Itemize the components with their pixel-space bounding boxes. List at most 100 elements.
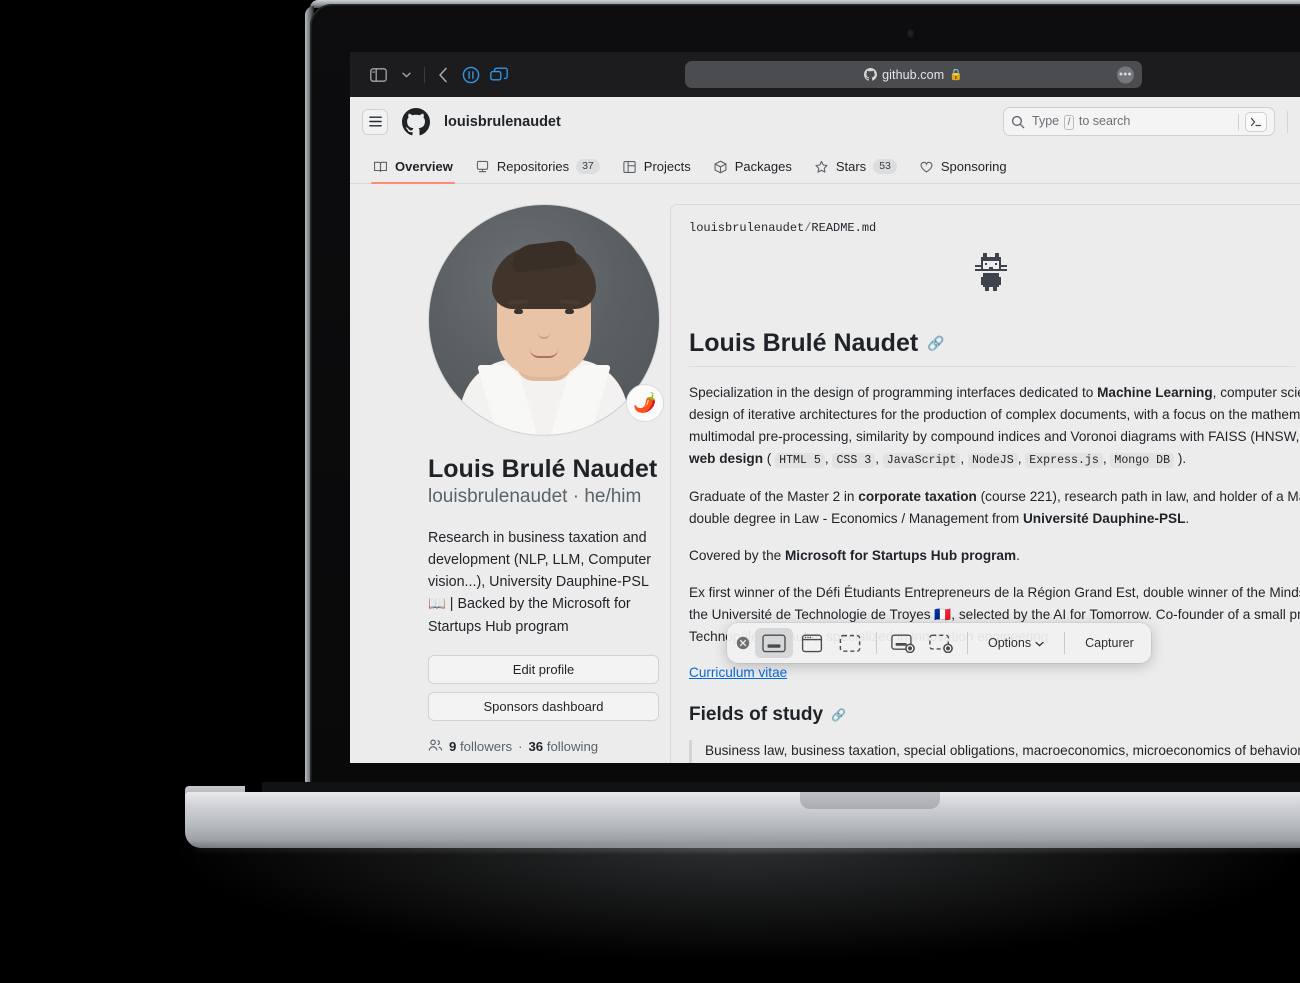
p2-l2c: . bbox=[1185, 510, 1190, 526]
meta-separator: · bbox=[518, 738, 523, 754]
page-settings-button[interactable]: ••• bbox=[1117, 66, 1134, 83]
capture-entire-screen-icon[interactable] bbox=[755, 628, 793, 658]
address-bar[interactable]: github.com 🔒 ••• bbox=[685, 61, 1142, 88]
p4-l1: Ex first winner of the Défi Étudiants En… bbox=[689, 584, 1300, 600]
link-anchor-icon[interactable]: 🔗 bbox=[927, 335, 944, 352]
repo-icon bbox=[475, 160, 490, 174]
command-palette-icon[interactable] bbox=[1245, 111, 1267, 132]
p1-l3: multimodal pre-processing, similarity by… bbox=[689, 429, 1300, 445]
following-link[interactable]: 36 following bbox=[528, 739, 598, 754]
screenshot-stage: github.com 🔒 ••• louisbrulenaudet Type /… bbox=[0, 0, 1300, 983]
header-search-area: Type / to search bbox=[1003, 107, 1288, 136]
tab-label: Overview bbox=[395, 159, 453, 174]
laptop-base bbox=[185, 792, 1300, 848]
capture-selection-icon[interactable] bbox=[831, 628, 869, 658]
p4-l2a: the Université de Technologie de Troyes bbox=[689, 606, 935, 622]
close-circle-icon[interactable] bbox=[731, 636, 755, 650]
code-chip: JavaScript bbox=[882, 453, 961, 469]
search-divider bbox=[1238, 113, 1239, 130]
header-owner-name[interactable]: louisbrulenaudet bbox=[444, 114, 561, 130]
readme-heading: Louis Brulé Naudet 🔗 bbox=[689, 329, 1295, 367]
toolbar-divider bbox=[424, 66, 425, 83]
following-label: following bbox=[546, 738, 599, 754]
tab-label: Projects bbox=[643, 159, 691, 174]
tab-overview-icon[interactable] bbox=[485, 61, 513, 89]
readme-path-owner[interactable]: louisbrulenaudet bbox=[689, 221, 804, 235]
fields-of-study-quote: Business law, business taxation, special… bbox=[689, 739, 1300, 763]
github-mark-icon bbox=[864, 68, 878, 81]
github-header: louisbrulenaudet Type / to search bbox=[350, 97, 1300, 136]
profile-full-name: Louis Brulé Naudet bbox=[428, 455, 658, 483]
tab-count-badge: 53 bbox=[873, 159, 897, 174]
readme-paragraph-1: Specialization in the design of programm… bbox=[689, 382, 1300, 471]
hamburger-menu-icon[interactable] bbox=[362, 108, 388, 135]
browser-toolbar: github.com 🔒 ••• bbox=[350, 52, 1300, 97]
capture-window-icon[interactable] bbox=[793, 628, 831, 658]
tab-projects[interactable]: Projects bbox=[611, 159, 702, 183]
avatar-container: 🌶️ bbox=[428, 204, 664, 436]
toolbar-divider bbox=[876, 632, 877, 654]
tab-sponsoring[interactable]: Sponsoring bbox=[908, 159, 1018, 183]
p2-l1c: (course 221), research path in law, and … bbox=[980, 488, 1300, 504]
lock-icon: 🔒 bbox=[949, 69, 963, 81]
chevron-down-icon bbox=[1035, 636, 1044, 650]
readme-path-file[interactable]: README.md bbox=[811, 221, 876, 235]
search-slash-key: / bbox=[1063, 114, 1075, 130]
sponsors-dashboard-button[interactable]: Sponsors dashboard bbox=[428, 691, 659, 721]
sidebar-dropdown-chevron-icon[interactable] bbox=[392, 61, 420, 89]
back-arrow-icon[interactable] bbox=[429, 61, 457, 89]
followers-link[interactable]: 9 followers bbox=[449, 739, 512, 754]
p1-l2a: design of iterative architectures for th… bbox=[689, 407, 1300, 423]
p1-l4-lead: web design bbox=[689, 451, 764, 467]
edit-profile-button[interactable]: Edit profile bbox=[428, 654, 659, 684]
tab-label: Packages bbox=[734, 159, 792, 174]
france-flag-icon: 🇫🇷 bbox=[934, 606, 952, 622]
tab-repositories[interactable]: Repositories 37 bbox=[464, 159, 611, 183]
pixel-cat-icon bbox=[689, 253, 1295, 303]
toolbar-divider bbox=[967, 632, 968, 654]
status-emoji-badge[interactable]: 🌶️ bbox=[626, 384, 664, 422]
p1-l1c: , computer science applied to bbox=[1212, 385, 1300, 400]
fields-of-study-heading: Fields of study 🔗 bbox=[689, 704, 1295, 726]
p2-l2b: Université Dauphine-PSL bbox=[1022, 510, 1186, 526]
record-selection-icon[interactable] bbox=[922, 628, 960, 658]
p2-l2a: double degree in Law - Economics / Manag… bbox=[689, 510, 1023, 526]
sidebar-toggle-icon[interactable] bbox=[364, 61, 392, 89]
curriculum-vitae-link[interactable]: Curriculum vitae bbox=[689, 665, 787, 680]
search-input[interactable]: Type / to search bbox=[1003, 107, 1275, 136]
github-mark-icon[interactable] bbox=[402, 107, 430, 136]
table-icon bbox=[622, 160, 637, 174]
p1-l1b: Machine Learning bbox=[1097, 385, 1213, 400]
p1-open: ( bbox=[763, 451, 776, 467]
profile-handle: louisbrulenaudet · he/him bbox=[428, 486, 642, 508]
tab-packages[interactable]: Packages bbox=[702, 159, 803, 183]
followers-count: 9 bbox=[449, 738, 457, 754]
tab-overview[interactable]: Overview bbox=[362, 159, 464, 184]
profile-sidebar: 🌶️ Louis Brulé Naudet louisbrulenaudet ·… bbox=[350, 204, 670, 763]
q-l1: Business law, business taxation, special… bbox=[705, 742, 1300, 758]
screenshot-toolbar: Options Capturer bbox=[727, 623, 1151, 663]
followers-label: followers bbox=[460, 738, 513, 754]
heart-icon bbox=[919, 160, 934, 174]
tab-count-badge: 37 bbox=[576, 159, 600, 174]
search-placeholder-post: to search bbox=[1078, 113, 1131, 128]
code-chip: CSS 3 bbox=[832, 453, 876, 469]
package-icon bbox=[713, 160, 728, 174]
readme-paragraph-3: Covered by the Microsoft for Startups Hu… bbox=[689, 545, 1295, 567]
link-anchor-icon[interactable]: 🔗 bbox=[831, 708, 846, 722]
followers-following: 9 followers · 36 following bbox=[428, 738, 670, 755]
search-placeholder-pre: Type bbox=[1032, 113, 1060, 128]
capture-button[interactable]: Capturer bbox=[1072, 636, 1147, 650]
p1-l1a: Specialization in the design of programm… bbox=[689, 385, 1098, 400]
options-button[interactable]: Options bbox=[975, 636, 1057, 650]
profile-tabs: Overview Repositories 37 Projects Packag… bbox=[350, 148, 1300, 184]
stop-loading-icon[interactable] bbox=[457, 61, 485, 89]
book-icon bbox=[373, 160, 388, 174]
tab-label: Stars bbox=[835, 159, 867, 174]
record-entire-screen-icon[interactable] bbox=[884, 628, 922, 658]
tab-stars[interactable]: Stars 53 bbox=[803, 159, 908, 183]
code-chip: Express.js bbox=[1025, 453, 1103, 469]
p3-c: . bbox=[1016, 547, 1020, 563]
url-text: github.com bbox=[882, 67, 945, 82]
search-placeholder: Type / to search bbox=[1032, 114, 1130, 130]
